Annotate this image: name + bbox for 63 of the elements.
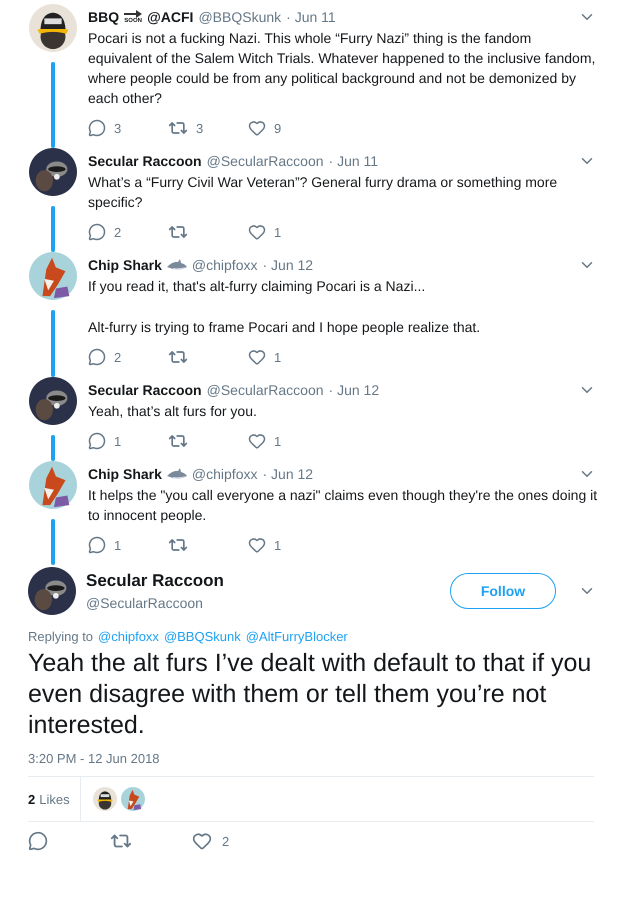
like-icon[interactable] bbox=[192, 831, 212, 851]
retweet-count: 3 bbox=[196, 120, 204, 136]
follow-button[interactable]: Follow bbox=[450, 573, 556, 609]
reply-icon[interactable] bbox=[88, 348, 106, 366]
likes-count[interactable]: 2 bbox=[28, 792, 36, 806]
reply-count: 3 bbox=[114, 120, 122, 136]
like-icon[interactable] bbox=[248, 119, 266, 137]
tweet-date[interactable]: · Jun 11 bbox=[328, 153, 378, 169]
author-name[interactable]: BBQ bbox=[88, 9, 120, 25]
like-count: 1 bbox=[274, 538, 282, 552]
reply-count: 1 bbox=[114, 434, 122, 448]
tweet-date[interactable]: · Jun 12 bbox=[262, 466, 314, 482]
reply-icon[interactable] bbox=[88, 119, 106, 137]
like-icon[interactable] bbox=[248, 348, 266, 366]
like-icon[interactable] bbox=[248, 536, 266, 554]
author-handle[interactable]: @SecularRaccoon bbox=[206, 153, 324, 169]
like-icon[interactable] bbox=[248, 223, 266, 241]
reply-count: 1 bbox=[114, 538, 122, 552]
author-handle[interactable]: @BBQSkunk bbox=[198, 9, 282, 25]
reply-count: 2 bbox=[114, 350, 122, 364]
replying-label: Replying to bbox=[28, 629, 94, 644]
reply-icon[interactable] bbox=[88, 536, 106, 554]
tweet-date[interactable]: · Jun 11 bbox=[286, 9, 336, 25]
tweet-timestamp: 3:20 PM - 12 Jun 2018 bbox=[28, 751, 161, 766]
like-count: 1 bbox=[274, 434, 282, 448]
like-count: 2 bbox=[222, 834, 230, 848]
author-name[interactable]: Chip Shark bbox=[88, 466, 162, 482]
mention-link[interactable]: @BBQSkunk bbox=[164, 629, 241, 644]
author-handle[interactable]: @SecularRaccoon bbox=[86, 595, 224, 611]
thread-line bbox=[51, 435, 55, 461]
author-handle[interactable]: @chipfoxx bbox=[192, 257, 258, 273]
author-name[interactable]: Secular Raccoon bbox=[86, 571, 224, 591]
shark-icon bbox=[166, 259, 187, 271]
like-count: 9 bbox=[274, 120, 282, 136]
author-name[interactable]: Secular Raccoon bbox=[88, 153, 202, 169]
tweet-text: Yeah the alt furs I’ve dealt with default to that if you even disagree with them or tell them you’re not interested. bbox=[28, 648, 592, 741]
tweet-text: Yeah, that’s alt furs for you. bbox=[88, 402, 258, 421]
tweet-date[interactable]: · Jun 12 bbox=[328, 382, 380, 398]
mention-link[interactable]: @chipfoxx bbox=[98, 629, 159, 644]
reply-icon[interactable] bbox=[88, 223, 106, 241]
reply-icon[interactable] bbox=[28, 831, 48, 851]
tweet-text: It helps the "you call everyone a nazi" claims even though they're the ones doing it to innocent people. bbox=[88, 486, 598, 525]
thread-line bbox=[51, 310, 55, 377]
author-handle[interactable]: @chipfoxx bbox=[192, 466, 258, 482]
thread-line bbox=[51, 519, 55, 565]
mention-link[interactable]: @AltFurryBlocker bbox=[246, 629, 348, 644]
tweet-text: What’s a “Furry Civil War Veteran”? General furry drama or something more specific? bbox=[88, 173, 558, 212]
tweet-text: Pocari is not a fucking Nazi. This whole “Furry Nazi” thing is the fandom equivalent of the Salem Witch Trials. Whatever happened to the inclusive fandom, where people could be from any political background and not be demonized by each other? bbox=[88, 29, 596, 108]
tweet-text: Alt-furry is trying to frame Pocari and I hope people realize that. bbox=[88, 318, 482, 337]
like-icon[interactable] bbox=[248, 432, 266, 450]
tweet-date[interactable]: · Jun 12 bbox=[262, 257, 314, 273]
author-name[interactable]: @ACFI bbox=[147, 9, 194, 25]
reply-count: 2 bbox=[114, 224, 122, 240]
shark-icon bbox=[166, 468, 187, 480]
author-name[interactable]: Secular Raccoon bbox=[88, 382, 202, 398]
likes-label[interactable]: Likes bbox=[39, 792, 70, 806]
reply-icon[interactable] bbox=[88, 432, 106, 450]
like-count: 1 bbox=[274, 224, 282, 240]
tweet-text: If you read it, that's alt-furry claiming Pocari is a Nazi... bbox=[88, 277, 426, 296]
like-count: 1 bbox=[274, 350, 282, 364]
thread-line bbox=[51, 206, 55, 252]
author-handle[interactable]: @SecularRaccoon bbox=[206, 382, 324, 398]
author-name[interactable]: Chip Shark bbox=[88, 257, 162, 273]
